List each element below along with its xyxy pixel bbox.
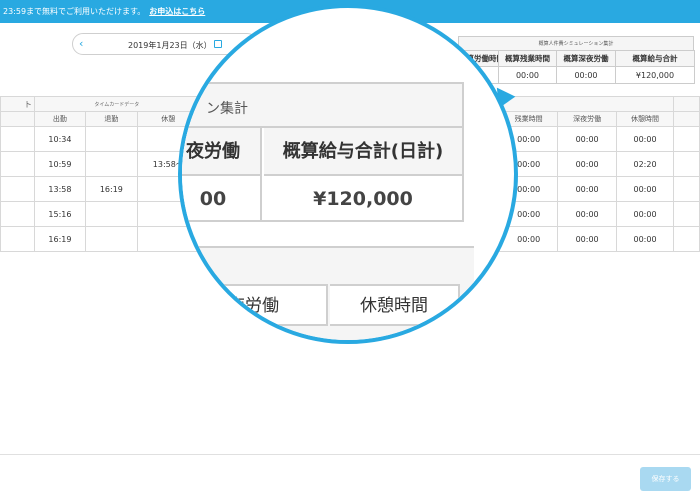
header-blank — [0, 111, 35, 127]
header-clock-in: 出勤 — [33, 111, 86, 127]
night: 00:00 — [557, 176, 618, 202]
night: 00:00 — [557, 226, 618, 252]
zoomed-header-night-2: 深夜労働 — [182, 284, 328, 326]
sim-header-night: 概算深夜労働 — [556, 50, 616, 67]
clock-in[interactable]: 13:58 — [33, 176, 86, 202]
clock-out[interactable] — [84, 226, 138, 252]
zoomed-header-night: 夜労働 — [182, 128, 262, 176]
header-clock-out: 退勤 — [84, 111, 138, 127]
zoomed-summary: ン集計 夜労働 概算給与合計(日計) 00 ¥120,000 — [182, 82, 464, 222]
zoomed-value-night: 00 — [182, 176, 262, 222]
sim-value-total: ¥120,000 — [615, 66, 695, 84]
edge-cell — [673, 111, 700, 127]
chevron-left-icon[interactable]: ‹ — [79, 37, 83, 50]
night: 00:00 — [557, 126, 618, 152]
break-time: 00:00 — [616, 226, 674, 252]
clock-out[interactable] — [84, 151, 138, 177]
zoomed-value-total: ¥120,000 — [313, 188, 413, 210]
clock-in[interactable]: 16:19 — [33, 226, 86, 252]
night: 00:00 — [557, 151, 618, 177]
clock-out[interactable]: 16:19 — [84, 176, 138, 202]
save-button[interactable]: 保存する — [640, 467, 691, 491]
zoomed-header-total: 概算給与合計(日計) — [264, 128, 462, 176]
edge-cell — [673, 96, 700, 112]
break-time: 02:20 — [616, 151, 674, 177]
break-time: 00:00 — [616, 201, 674, 227]
night: 00:00 — [557, 201, 618, 227]
header-night: 深夜労働 — [557, 111, 618, 127]
header-break-time: 休憩時間 — [616, 111, 674, 127]
left-edge-cell: ト — [0, 96, 35, 112]
break-time: 00:00 — [616, 126, 674, 152]
timecard-group-label: タイムカードデータ — [33, 96, 200, 112]
zoomed-header-break: 休憩時間 — [330, 284, 460, 326]
clock-in[interactable]: 10:59 — [33, 151, 86, 177]
clock-in[interactable]: 15:16 — [33, 201, 86, 227]
zoomed-caption-bar: ン集計 — [182, 84, 462, 128]
zoomed-caption: ン集計 — [206, 101, 248, 117]
clock-in[interactable]: 10:34 — [33, 126, 86, 152]
break-time: 00:00 — [616, 176, 674, 202]
magnifier-lens: ン集計 夜労働 概算給与合計(日計) 00 ¥120,000 深夜労働 休憩時間 — [178, 4, 518, 344]
clock-out[interactable] — [84, 126, 138, 152]
zoomed-table-header: 深夜労働 休憩時間 — [182, 246, 474, 340]
sim-value-night: 00:00 — [556, 66, 616, 84]
clock-out[interactable] — [84, 201, 138, 227]
banner-text: 23:59まで無料でご利用いただけます。 — [3, 7, 146, 16]
page: 23:59まで無料でご利用いただけます。 お申込はこちら ‹ 2019年1月23日… — [0, 0, 700, 496]
sim-header-total: 概算給与合計 — [615, 50, 695, 67]
footer-bar: 保存する — [0, 454, 700, 496]
